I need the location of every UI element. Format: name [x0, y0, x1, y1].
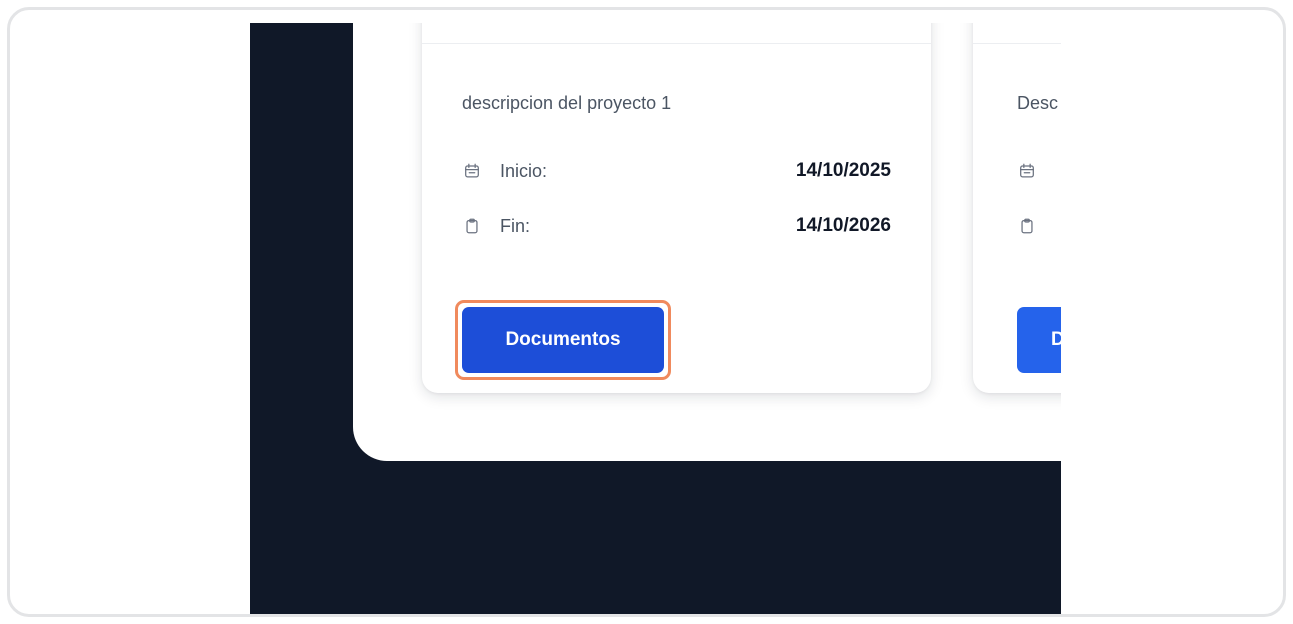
start-date-value: 14/10/2025 — [795, 160, 891, 181]
project-description: Desc — [1017, 93, 1059, 113]
calendar-icon — [1017, 161, 1037, 181]
documents-button[interactable]: Documentos — [462, 307, 664, 373]
calendar-icon — [462, 161, 482, 181]
start-date-row: Inicio: 14/10/2025 — [462, 158, 891, 184]
documents-button[interactable]: D — [1017, 307, 1061, 373]
app-viewport: descripcion del proyecto 1 Inicio: 14/10… — [250, 23, 1061, 614]
clipboard-icon — [1017, 216, 1037, 236]
end-date-row — [1017, 213, 1061, 239]
start-date-row — [1017, 158, 1061, 184]
start-label: Inicio: — [500, 160, 548, 181]
project-card: Desc D — [973, 23, 1061, 393]
end-date-row: Fin: 14/10/2026 — [462, 213, 891, 239]
project-card: descripcion del proyecto 1 Inicio: 14/10… — [422, 23, 931, 393]
card-divider — [422, 43, 931, 44]
end-label: Fin: — [500, 215, 531, 236]
project-description: descripcion del proyecto 1 — [462, 93, 672, 113]
card-divider — [973, 43, 1061, 44]
clipboard-icon — [462, 216, 482, 236]
end-date-value: 14/10/2026 — [795, 215, 891, 236]
